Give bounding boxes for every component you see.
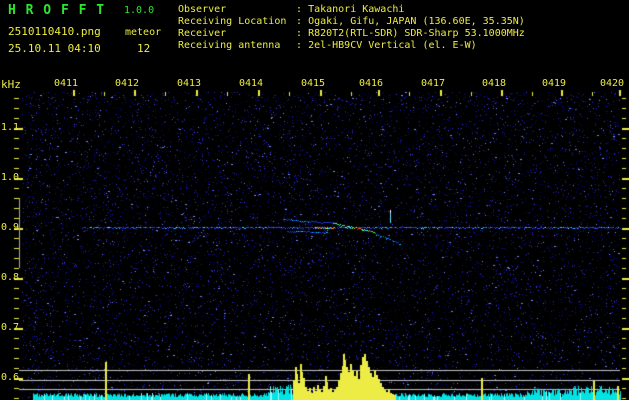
time-axis-label: 0418 bbox=[482, 78, 507, 89]
info-row-observer: Observer: Takanori Kawachi bbox=[178, 5, 404, 15]
freq-axis-label: 1.0 bbox=[1, 172, 20, 183]
freq-axis-label: 0.6 bbox=[1, 372, 20, 383]
datetime-label: 25.10.11 04:10 bbox=[8, 42, 101, 55]
freq-axis-label: 0.8 bbox=[1, 272, 20, 283]
info-value: 2el-HB9CV Vertical (el. E-W) bbox=[308, 40, 477, 51]
meteor-count: 12 bbox=[137, 42, 151, 55]
time-axis-label: 0412 bbox=[115, 78, 140, 89]
info-label: Receiving antenna bbox=[178, 40, 281, 51]
info-sep: : bbox=[296, 28, 303, 39]
time-axis-label: 0420 bbox=[600, 78, 625, 89]
output-filename: 2510110410.png bbox=[8, 25, 101, 38]
info-row-antenna: Receiving antenna: 2el-HB9CV Vertical (e… bbox=[178, 41, 477, 51]
time-axis-label: 0419 bbox=[542, 78, 567, 89]
info-row-receiver: Receiver: R820T2(RTL-SDR) SDR-Sharp 53.1… bbox=[178, 29, 525, 39]
app-title: H R O F F T bbox=[8, 3, 106, 18]
freq-axis-label: 1.1 bbox=[1, 122, 20, 133]
spectrogram-canvas bbox=[0, 0, 629, 400]
time-axis-label: 0417 bbox=[421, 78, 446, 89]
info-label: Receiving Location bbox=[178, 16, 287, 27]
freq-axis-unit: kHz bbox=[1, 78, 21, 91]
time-axis-label: 0415 bbox=[301, 78, 326, 89]
info-row-location: Receiving Location: Ogaki, Gifu, JAPAN (… bbox=[178, 17, 525, 27]
time-axis-label: 0411 bbox=[54, 78, 79, 89]
time-axis-label: 0414 bbox=[239, 78, 264, 89]
info-value: Ogaki, Gifu, JAPAN (136.60E, 35.35N) bbox=[308, 16, 525, 27]
time-axis-label: 0413 bbox=[177, 78, 202, 89]
info-value: Takanori Kawachi bbox=[308, 4, 405, 15]
info-label: Receiver bbox=[178, 28, 227, 39]
hrofft-screen: H R O F F T 1.0.0 2510110410.png meteor … bbox=[0, 0, 629, 400]
info-value: R820T2(RTL-SDR) SDR-Sharp 53.1000MHz bbox=[308, 28, 525, 39]
info-label: Observer bbox=[178, 4, 227, 15]
time-axis-label: 0416 bbox=[359, 78, 384, 89]
freq-axis-label: 0.7 bbox=[1, 322, 20, 333]
info-sep: : bbox=[296, 40, 303, 51]
info-sep: : bbox=[296, 4, 303, 15]
freq-axis-label: 0.9 bbox=[1, 222, 20, 233]
meteor-label: meteor bbox=[125, 27, 162, 38]
info-sep: : bbox=[296, 16, 303, 27]
app-version: 1.0.0 bbox=[124, 5, 155, 16]
